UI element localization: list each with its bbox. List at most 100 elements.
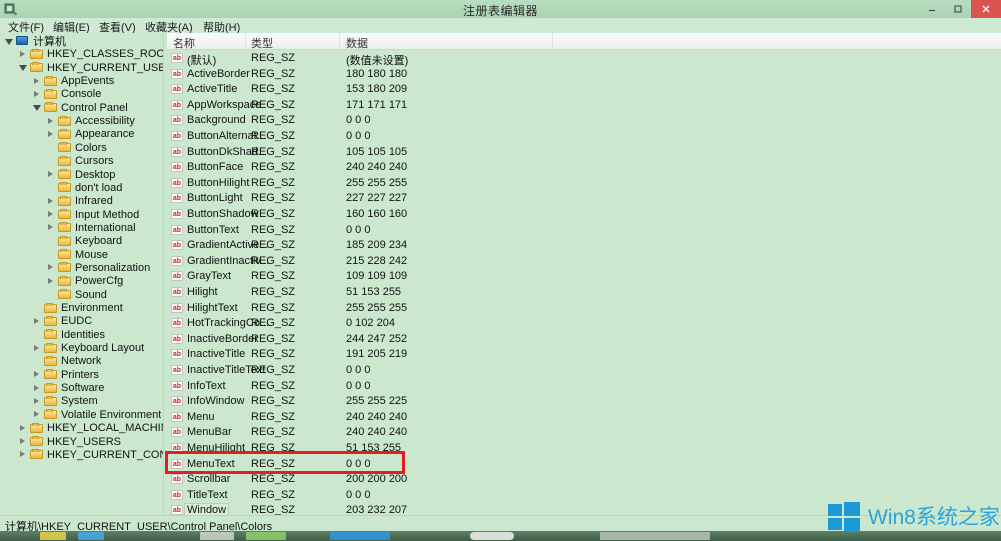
table-row[interactable]: ab InfoWindow REG_SZ 255 255 225 <box>167 394 1001 410</box>
chevron-right-icon[interactable] <box>46 209 57 220</box>
tree-node-14[interactable]: International <box>0 221 163 235</box>
tree-node-3[interactable]: AppEvents <box>0 74 163 88</box>
taskbar-item[interactable] <box>600 532 710 540</box>
tree-node-29[interactable]: HKEY_LOCAL_MACHINE <box>0 421 163 435</box>
column-header-2[interactable]: 数据 <box>346 35 368 51</box>
table-row[interactable]: ab InactiveTitleText REG_SZ 0 0 0 <box>167 363 1001 379</box>
table-row[interactable]: ab InactiveBorder REG_SZ 244 247 252 <box>167 332 1001 348</box>
tree-node-26[interactable]: Software <box>0 381 163 395</box>
tree-node-19[interactable]: Sound <box>0 288 163 302</box>
table-row[interactable]: ab ButtonDkShad... REG_SZ 105 105 105 <box>167 145 1001 161</box>
column-divider-1[interactable] <box>339 33 340 49</box>
tree-node-16[interactable]: Mouse <box>0 248 163 262</box>
chevron-down-icon[interactable] <box>18 62 29 73</box>
tree-node-4[interactable]: Console <box>0 87 163 101</box>
table-row[interactable]: ab Menu REG_SZ 240 240 240 <box>167 410 1001 426</box>
table-row[interactable]: ab ButtonText REG_SZ 0 0 0 <box>167 223 1001 239</box>
table-row[interactable]: ab ButtonHilight REG_SZ 255 255 255 <box>167 176 1001 192</box>
tree-node-22[interactable]: Identities <box>0 328 163 342</box>
chevron-right-icon[interactable] <box>46 116 57 127</box>
chevron-right-icon[interactable] <box>32 316 43 327</box>
registry-values-list[interactable]: 名称 类型 数据 ab (默认) REG_SZ (数值未设置) ab ActiveBorder… <box>167 33 1001 515</box>
chevron-right-icon[interactable] <box>18 449 29 460</box>
table-row[interactable]: ab HilightText REG_SZ 255 255 255 <box>167 301 1001 317</box>
tree-node-13[interactable]: Input Method <box>0 208 163 222</box>
chevron-right-icon[interactable] <box>46 196 57 207</box>
tree-node-23[interactable]: Keyboard Layout <box>0 341 163 355</box>
maximize-button[interactable] <box>945 0 971 18</box>
table-row[interactable]: ab ButtonShadow REG_SZ 160 160 160 <box>167 207 1001 223</box>
tree-node-2[interactable]: HKEY_CURRENT_USER <box>0 61 163 75</box>
list-column-headers[interactable]: 名称 类型 数据 <box>167 33 1001 50</box>
column-divider-2[interactable] <box>552 33 553 49</box>
taskbar-item[interactable] <box>470 532 514 540</box>
tree-node-24[interactable]: Network <box>0 354 163 368</box>
taskbar-item[interactable] <box>246 532 286 540</box>
tree-node-5[interactable]: Control Panel <box>0 101 163 115</box>
table-row[interactable]: ab Scrollbar REG_SZ 200 200 200 <box>167 472 1001 488</box>
tree-node-1[interactable]: HKEY_CLASSES_ROOT <box>0 47 163 61</box>
taskbar-item[interactable] <box>330 532 390 540</box>
table-row[interactable]: ab Hilight REG_SZ 51 153 255 <box>167 285 1001 301</box>
tree-node-8[interactable]: Colors <box>0 141 163 155</box>
table-row[interactable]: ab InactiveTitle REG_SZ 191 205 219 <box>167 347 1001 363</box>
chevron-right-icon[interactable] <box>46 262 57 273</box>
table-row[interactable]: ab HotTrackingCo... REG_SZ 0 102 204 <box>167 316 1001 332</box>
tree-node-6[interactable]: Accessibility <box>0 114 163 128</box>
tree-node-10[interactable]: Desktop <box>0 168 163 182</box>
chevron-right-icon[interactable] <box>32 383 43 394</box>
table-row[interactable]: ab GradientInactiv... REG_SZ 215 228 242 <box>167 254 1001 270</box>
chevron-right-icon[interactable] <box>46 169 57 180</box>
tree-node-20[interactable]: Environment <box>0 301 163 315</box>
tree-node-12[interactable]: Infrared <box>0 194 163 208</box>
table-row[interactable]: ab GrayText REG_SZ 109 109 109 <box>167 269 1001 285</box>
chevron-right-icon[interactable] <box>18 423 29 434</box>
chevron-down-icon[interactable] <box>4 36 15 47</box>
column-divider-0[interactable] <box>245 33 246 49</box>
tree-node-31[interactable]: HKEY_CURRENT_CONFIG <box>0 448 163 462</box>
tree-node-9[interactable]: Cursors <box>0 154 163 168</box>
chevron-right-icon[interactable] <box>32 396 43 407</box>
chevron-right-icon[interactable] <box>46 222 57 233</box>
close-button[interactable] <box>971 0 1001 18</box>
table-row[interactable]: ab ButtonFace REG_SZ 240 240 240 <box>167 160 1001 176</box>
table-row[interactable]: ab ButtonLight REG_SZ 227 227 227 <box>167 191 1001 207</box>
table-row[interactable]: ab MenuText REG_SZ 0 0 0 <box>167 457 1001 473</box>
taskbar-item[interactable] <box>200 532 234 540</box>
table-row[interactable]: ab MenuBar REG_SZ 240 240 240 <box>167 425 1001 441</box>
column-header-1[interactable]: 类型 <box>251 35 273 51</box>
chevron-right-icon[interactable] <box>46 276 57 287</box>
table-row[interactable]: ab ActiveBorder REG_SZ 180 180 180 <box>167 67 1001 83</box>
taskbar-item[interactable] <box>78 532 104 540</box>
table-row[interactable]: ab MenuHilight REG_SZ 51 153 255 <box>167 441 1001 457</box>
column-header-0[interactable]: 名称 <box>173 35 195 51</box>
table-row[interactable]: ab GradientActive... REG_SZ 185 209 234 <box>167 238 1001 254</box>
registry-tree[interactable]: 计算机 HKEY_CLASSES_ROOT HKEY_CURRENT_USER App… <box>0 33 163 515</box>
chevron-right-icon[interactable] <box>32 343 43 354</box>
tree-node-11[interactable]: don't load <box>0 181 163 195</box>
tree-node-7[interactable]: Appearance <box>0 127 163 141</box>
tree-node-0[interactable]: 计算机 <box>0 34 163 48</box>
chevron-right-icon[interactable] <box>32 409 43 420</box>
chevron-right-icon[interactable] <box>32 369 43 380</box>
tree-node-28[interactable]: Volatile Environment <box>0 408 163 422</box>
tree-node-18[interactable]: PowerCfg <box>0 274 163 288</box>
table-row[interactable]: ab InfoText REG_SZ 0 0 0 <box>167 379 1001 395</box>
table-row[interactable]: ab ButtonAlternat... REG_SZ 0 0 0 <box>167 129 1001 145</box>
tree-node-21[interactable]: EUDC <box>0 314 163 328</box>
tree-node-30[interactable]: HKEY_USERS <box>0 435 163 449</box>
chevron-right-icon[interactable] <box>32 76 43 87</box>
minimize-button[interactable] <box>919 0 945 18</box>
table-row[interactable]: ab Background REG_SZ 0 0 0 <box>167 113 1001 129</box>
tree-node-25[interactable]: Printers <box>0 368 163 382</box>
tree-node-15[interactable]: Keyboard <box>0 234 163 248</box>
tree-node-17[interactable]: Personalization <box>0 261 163 275</box>
chevron-right-icon[interactable] <box>18 49 29 60</box>
tree-node-27[interactable]: System <box>0 394 163 408</box>
taskbar-item[interactable] <box>40 532 66 540</box>
table-row[interactable]: ab ActiveTitle REG_SZ 153 180 209 <box>167 82 1001 98</box>
table-row[interactable]: ab (默认) REG_SZ (数值未设置) <box>167 51 1001 67</box>
table-row[interactable]: ab AppWorkspace REG_SZ 171 171 171 <box>167 98 1001 114</box>
chevron-right-icon[interactable] <box>32 89 43 100</box>
chevron-right-icon[interactable] <box>46 129 57 140</box>
